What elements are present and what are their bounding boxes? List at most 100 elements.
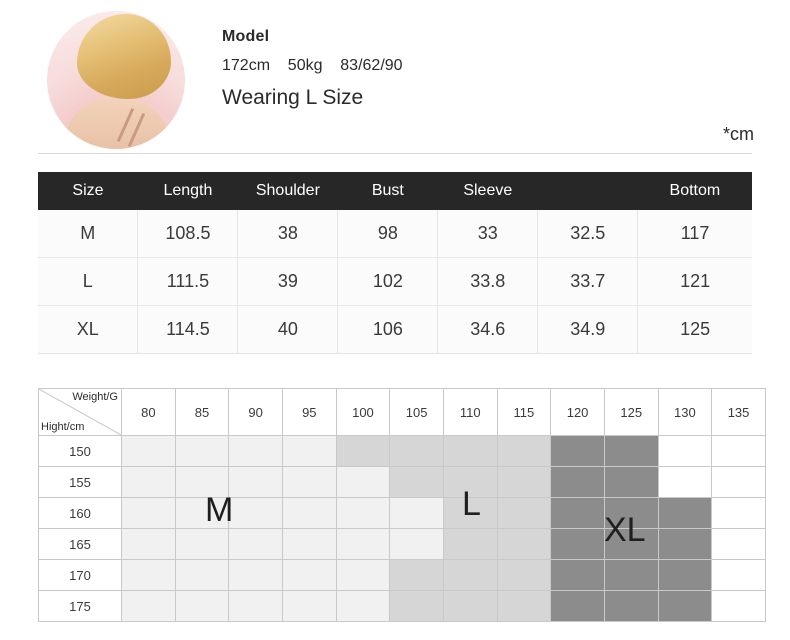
fit-grid-cell (281, 435, 337, 467)
fit-grid-cell (121, 590, 176, 622)
fit-grid-cell (711, 528, 766, 560)
fit-grid-cell (335, 590, 391, 622)
fit-grid-cell (711, 559, 766, 591)
size-table-header-bottom: Bottom (637, 172, 752, 210)
fit-grid-cell (603, 559, 659, 591)
fit-grid-row: 160 (38, 497, 766, 529)
fit-grid-cell (496, 497, 552, 529)
table-row: L 111.5 39 102 33.8 33.7 121 (38, 257, 752, 306)
fit-grid-weight-header: 105 (389, 388, 444, 436)
fit-grid-height-label: 175 (38, 590, 122, 622)
size-table-header-bust: Bust (337, 172, 438, 210)
fit-grid-cell (228, 435, 283, 467)
size-cell-m-bust: 98 (337, 210, 439, 258)
fit-grid-weight-header: 85 (174, 388, 230, 436)
fit-grid-cell (389, 590, 444, 622)
fit-grid-cell (550, 590, 605, 622)
fit-grid-row: 155 (38, 466, 766, 498)
size-cell-xl-bottom: 125 (637, 305, 752, 354)
fit-grid-cell (657, 528, 713, 560)
size-cell-xl-sleeve2: 34.9 (537, 305, 639, 354)
fit-grid-cell (496, 435, 552, 467)
model-photo (47, 11, 185, 149)
fit-grid-cell (389, 559, 444, 591)
fit-grid-weight-header: 110 (442, 388, 498, 436)
size-cell-xl-shoulder: 40 (237, 305, 339, 354)
axis-label-weight: Weight/G (72, 391, 118, 403)
fit-grid-cell (657, 559, 713, 591)
fit-grid-cell (550, 466, 605, 498)
size-cell-l-bust: 102 (337, 257, 439, 306)
fit-grid-cell (603, 497, 659, 529)
fit-grid-cell (603, 466, 659, 498)
fit-grid-weight-header: 120 (550, 388, 605, 436)
unit-note: *cm (723, 124, 754, 144)
fit-grid-cell (174, 559, 230, 591)
fit-grid-cell (281, 466, 337, 498)
fit-grid-weight-header: 135 (711, 388, 766, 436)
fit-grid-height-label: 150 (38, 435, 122, 467)
fit-grid-cell (121, 466, 176, 498)
size-cell-l-sleeve: 33.8 (437, 257, 539, 306)
fit-grid-cell (442, 590, 498, 622)
size-cell-m-bottom: 117 (637, 210, 752, 258)
fit-grid-cell (174, 590, 230, 622)
fit-grid-weight-header: 125 (603, 388, 659, 436)
fit-grid-head: Weight/G Hight/cm 80 85 90 95 100 105 110 115 12… (38, 388, 766, 436)
fit-grid-weight-header: 100 (335, 388, 391, 436)
fit-grid-cell (174, 435, 230, 467)
size-cell-m-sleeve2: 32.5 (537, 210, 639, 258)
fit-grid-cell (389, 435, 444, 467)
model-wearing-size: Wearing L Size (222, 86, 364, 109)
fit-grid-cell (603, 528, 659, 560)
fit-grid-cell (711, 466, 766, 498)
fit-grid-cell (121, 435, 176, 467)
fit-grid-cell (335, 466, 391, 498)
fit-grid-cell (496, 559, 552, 591)
size-cell-l-length: 111.5 (137, 257, 239, 306)
fit-grid-cell (496, 528, 552, 560)
fit-grid-cell (174, 466, 230, 498)
fit-grid-weight-header: 130 (657, 388, 713, 436)
fit-grid-cell (389, 466, 444, 498)
fit-recommendation-grid: Weight/G Hight/cm 80 85 90 95 100 105 110 115 12… (38, 388, 766, 622)
fit-grid-weight-header: 95 (281, 388, 337, 436)
fit-grid-cell (228, 497, 283, 529)
fit-grid-cell (335, 435, 391, 467)
size-table-header-size: Size (38, 172, 138, 210)
fit-grid-cell (335, 559, 391, 591)
size-chart-page: Model 172cm 50kg 83/62/90 Wearing L Size… (0, 0, 790, 640)
size-table-header-shoulder: Shoulder (237, 172, 338, 210)
fit-grid-height-label: 170 (38, 559, 122, 591)
size-cell-xl-bust: 106 (337, 305, 439, 354)
size-cell-m-length: 108.5 (137, 210, 239, 258)
fit-grid-cell (603, 435, 659, 467)
fit-grid-cell (657, 590, 713, 622)
fit-grid-cell (442, 435, 498, 467)
fit-grid-cell (711, 590, 766, 622)
size-cell-m-size: M (38, 210, 139, 258)
fit-grid-row: 150 (38, 435, 766, 467)
size-cell-l-sleeve2: 33.7 (537, 257, 639, 306)
size-table-header-blank (537, 172, 638, 210)
fit-grid-body: 150 155 160 165 170 175 (38, 435, 766, 622)
fit-grid-cell (389, 528, 444, 560)
fit-grid-cell (550, 497, 605, 529)
fit-grid-cell (121, 559, 176, 591)
fit-grid-cell (657, 466, 713, 498)
fit-grid-cell (442, 528, 498, 560)
model-info-block: Model 172cm 50kg 83/62/90 Wearing L Size… (0, 0, 790, 154)
fit-grid-cell (335, 528, 391, 560)
fit-grid-cell (228, 528, 283, 560)
header-divider (38, 153, 752, 154)
model-specs: 172cm 50kg 83/62/90 (222, 57, 403, 74)
fit-grid-cell (228, 466, 283, 498)
size-table-body: M 108.5 38 98 33 32.5 117 L 111.5 39 102… (38, 210, 752, 354)
fit-grid-row: 165 (38, 528, 766, 560)
size-cell-m-sleeve: 33 (437, 210, 539, 258)
size-measurement-table: Size Length Shoulder Bust Sleeve Bottom … (38, 172, 752, 354)
size-cell-l-shoulder: 39 (237, 257, 339, 306)
model-title: Model (222, 28, 270, 45)
fit-grid-cell (281, 559, 337, 591)
fit-grid-cell (442, 466, 498, 498)
